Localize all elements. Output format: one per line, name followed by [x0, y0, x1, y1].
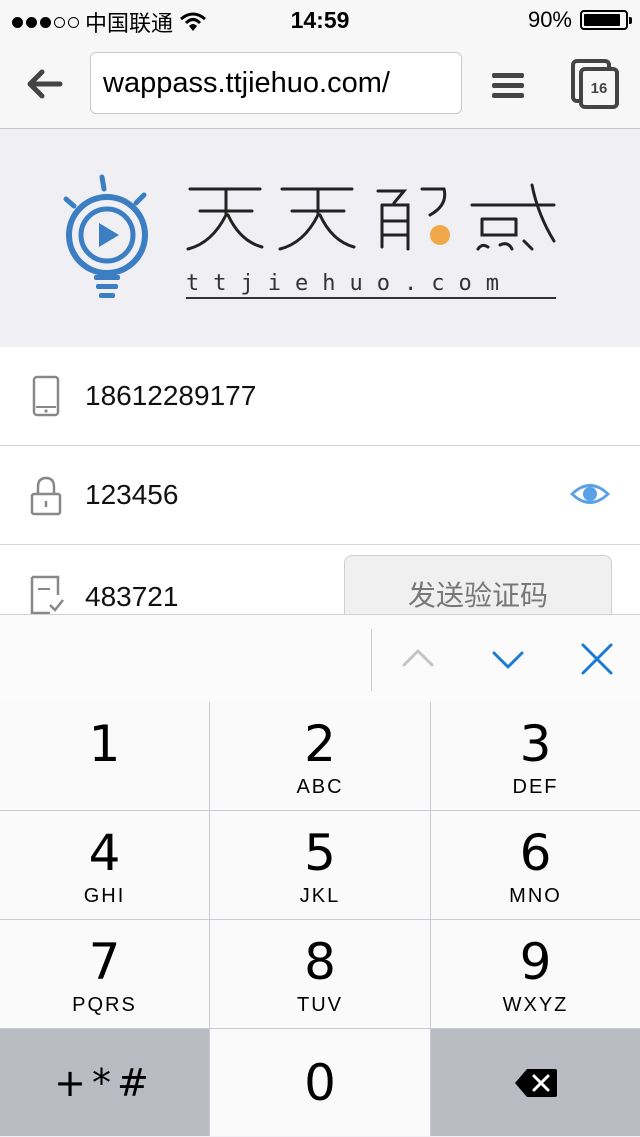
phone-row[interactable]: 18612289177 — [0, 347, 640, 446]
key-3[interactable]: 3 DEF — [431, 702, 640, 810]
password-input[interactable]: 123456 — [85, 446, 178, 544]
key-4[interactable]: 4 GHI — [0, 811, 209, 919]
send-code-button[interactable]: 发送验证码 — [344, 555, 612, 615]
keyboard-accessory-bar — [0, 614, 640, 703]
status-bar: 中国联通 14:59 90% — [0, 0, 640, 40]
phone-icon — [32, 375, 60, 417]
key-2[interactable]: 2 ABC — [210, 702, 430, 810]
tabs-button[interactable]: 16 — [570, 58, 620, 110]
close-icon[interactable] — [575, 637, 619, 681]
backspace-icon — [515, 1069, 557, 1097]
battery-icon — [580, 10, 632, 30]
lock-icon — [30, 476, 62, 516]
key-8[interactable]: 8 TUV — [210, 920, 430, 1028]
delete-key[interactable] — [431, 1029, 640, 1136]
key-7[interactable]: 7 PQRS — [0, 920, 209, 1028]
battery-group: 90% — [527, 7, 632, 33]
back-arrow-icon[interactable] — [22, 62, 66, 106]
browser-toolbar: wappass.ttjiehuo.com/ 16 — [0, 40, 640, 129]
code-input[interactable]: 483721 — [85, 545, 178, 615]
phone-input[interactable]: 18612289177 — [85, 347, 256, 445]
eye-icon[interactable] — [568, 480, 612, 508]
url-field[interactable]: wappass.ttjiehuo.com/ — [90, 52, 462, 114]
key-0[interactable]: 0 — [210, 1029, 430, 1136]
logo-lettering — [186, 183, 556, 251]
symbols-key[interactable]: +*# — [0, 1029, 209, 1136]
logo-domain: ttjiehuo.com — [186, 271, 513, 296]
logo-underline — [186, 297, 556, 299]
next-field-icon[interactable] — [486, 637, 530, 681]
tab-count: 16 — [590, 80, 608, 97]
code-row[interactable]: 483721 发送验证码 — [0, 545, 640, 615]
lightbulb-play-icon — [63, 174, 148, 298]
verify-code-icon — [30, 575, 64, 615]
logo-banner: ttjiehuo.com — [0, 129, 640, 348]
menu-icon[interactable] — [490, 68, 526, 104]
battery-fill — [584, 14, 620, 26]
key-5[interactable]: 5 JKL — [210, 811, 430, 919]
number-keypad: 1 2 ABC 3 DEF 4 GHI 5 JKL 6 MNO 7 PQRS 8… — [0, 702, 640, 1136]
password-row[interactable]: 123456 — [0, 446, 640, 545]
key-9[interactable]: 9 WXYZ — [431, 920, 640, 1028]
url-text: wappass.ttjiehuo.com/ — [103, 66, 390, 99]
key-1[interactable]: 1 — [0, 702, 209, 810]
key-6[interactable]: 6 MNO — [431, 811, 640, 919]
battery-percent: 90% — [527, 7, 572, 32]
previous-field-icon[interactable] — [396, 637, 440, 681]
